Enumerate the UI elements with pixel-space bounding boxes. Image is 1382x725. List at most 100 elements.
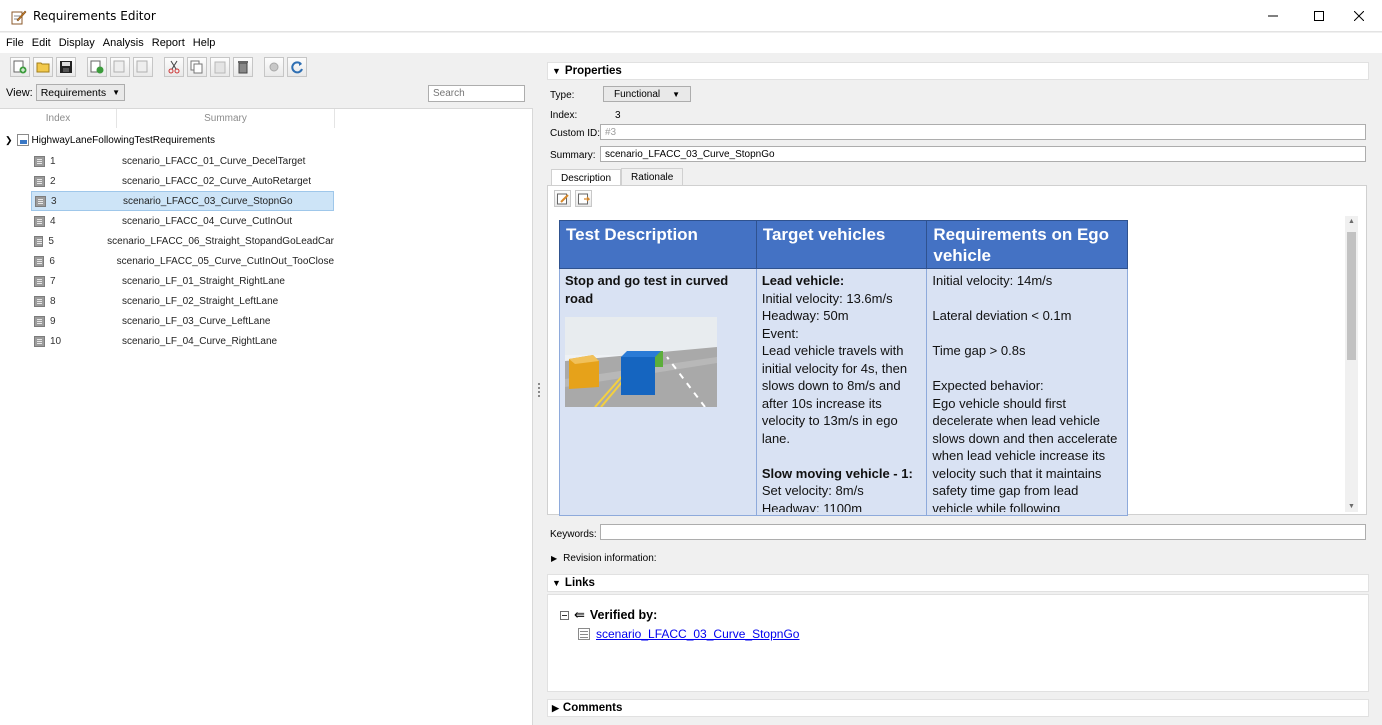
menu-help[interactable]: Help bbox=[193, 37, 216, 49]
tree-row-requirement[interactable]: 1 scenario_LFACC_01_Curve_DecelTarget bbox=[31, 151, 334, 171]
revision-information-label: Revision information: bbox=[563, 553, 657, 564]
menu-report[interactable]: Report bbox=[152, 37, 185, 49]
table-row: Stop and go test in curved road Lead veh… bbox=[559, 268, 1128, 516]
external-editor-icon bbox=[577, 193, 590, 204]
tree-row-index: 2 bbox=[50, 175, 56, 187]
paste-button[interactable] bbox=[210, 57, 230, 77]
delete-button[interactable] bbox=[233, 57, 253, 77]
new-requirement-set-button[interactable] bbox=[10, 57, 30, 77]
cut-button[interactable] bbox=[164, 57, 184, 77]
add-requirement-button[interactable] bbox=[87, 57, 107, 77]
table-header-row: Test Description Target vehicles Require… bbox=[559, 220, 1128, 269]
properties-section-header[interactable]: ▼ Properties bbox=[547, 62, 1369, 80]
copy-button[interactable] bbox=[187, 57, 207, 77]
window-title: Requirements Editor bbox=[33, 9, 156, 23]
lead-vehicle-line: Event: bbox=[761, 325, 799, 341]
tree-row-index: 10 bbox=[50, 335, 62, 347]
requirement-icon bbox=[34, 335, 45, 347]
verified-by-label: Verified by: bbox=[589, 608, 658, 622]
type-dropdown[interactable]: Functional ▼ bbox=[603, 86, 691, 102]
refresh-button[interactable] bbox=[287, 57, 307, 77]
open-external-editor-button[interactable] bbox=[575, 190, 592, 207]
tree-row-index: 9 bbox=[50, 315, 56, 327]
settings-button[interactable] bbox=[264, 57, 284, 77]
add-child-requirement-icon bbox=[113, 60, 125, 73]
toolbar bbox=[10, 55, 310, 79]
column-header-index[interactable]: Index bbox=[0, 109, 117, 128]
tree-row-requirement[interactable]: 9 scenario_LF_03_Curve_LeftLane bbox=[31, 311, 334, 331]
search-input[interactable] bbox=[428, 85, 525, 102]
tree-row-summary: scenario_LFACC_05_Curve_CutInOut_TooClos… bbox=[116, 255, 334, 267]
menu-display[interactable]: Display bbox=[59, 37, 95, 49]
view-dropdown[interactable]: Requirements ▼ bbox=[35, 84, 125, 101]
tree-row-requirement[interactable]: 3 scenario_LFACC_03_Curve_StopnGo bbox=[31, 191, 334, 211]
tree-row-requirement[interactable]: 8 scenario_LF_02_Straight_LeftLane bbox=[31, 291, 334, 311]
properties-header-label: Properties bbox=[564, 65, 622, 77]
chevron-down-icon[interactable]: ❯ bbox=[5, 135, 13, 146]
tree-row-requirement[interactable]: 10 scenario_LF_04_Curve_RightLane bbox=[31, 331, 334, 351]
tree-row-requirement[interactable]: 7 scenario_LF_01_Straight_RightLane bbox=[31, 271, 334, 291]
requirement-description-table: Test Description Target vehicles Require… bbox=[559, 220, 1128, 516]
edit-description-button[interactable] bbox=[554, 190, 571, 207]
tree-root-label: HighwayLaneFollowingTestRequirements bbox=[31, 134, 215, 146]
menu-file[interactable]: File bbox=[6, 37, 24, 49]
incoming-link-arrow-icon: ⇚ bbox=[574, 607, 585, 622]
splitter-grip-icon[interactable] bbox=[538, 383, 540, 397]
menu-edit[interactable]: Edit bbox=[32, 37, 51, 49]
tab-rationale[interactable]: Rationale bbox=[621, 168, 684, 185]
add-justification-button[interactable] bbox=[133, 57, 153, 77]
keywords-field[interactable] bbox=[600, 524, 1366, 540]
tree-root-requirement-set[interactable]: ❯ HighwayLaneFollowingTestRequirements bbox=[5, 134, 215, 146]
requirement-icon bbox=[34, 275, 45, 287]
keywords-label: Keywords: bbox=[550, 529, 597, 540]
minimize-icon bbox=[1268, 15, 1278, 17]
summary-field[interactable]: scenario_LFACC_03_Curve_StopnGo bbox=[600, 146, 1366, 162]
delete-icon bbox=[238, 61, 248, 74]
tree-row-requirement[interactable]: 2 scenario_LFACC_02_Curve_AutoRetarget bbox=[31, 171, 334, 191]
expected-behavior-text: Ego vehicle should first decelerate when… bbox=[932, 395, 1118, 513]
save-button[interactable] bbox=[56, 57, 76, 77]
requirement-icon bbox=[34, 315, 45, 327]
menu-analysis[interactable]: Analysis bbox=[103, 37, 144, 49]
revision-information-toggle[interactable]: ▶ Revision information: bbox=[551, 553, 657, 564]
description-scrollbar[interactable]: ▲ ▼ bbox=[1345, 216, 1358, 512]
verified-by-link-item[interactable]: scenario_LFACC_03_Curve_StopnGo bbox=[578, 627, 799, 641]
requirements-editor-app-icon bbox=[11, 10, 27, 25]
lead-vehicle-heading: Lead vehicle: bbox=[761, 273, 845, 288]
pane-splitter[interactable] bbox=[533, 108, 547, 725]
verified-by-link[interactable]: scenario_LFACC_03_Curve_StopnGo bbox=[596, 627, 799, 641]
ego-requirements-cell: Initial velocity: 14m/s Lateral deviatio… bbox=[926, 268, 1128, 516]
test-case-icon bbox=[578, 628, 590, 640]
close-button[interactable] bbox=[1336, 0, 1382, 32]
column-header-summary[interactable]: Summary bbox=[117, 109, 335, 128]
description-editor[interactable]: Test Description Target vehicles Require… bbox=[547, 185, 1367, 516]
minimize-button[interactable] bbox=[1250, 0, 1296, 32]
add-child-requirement-button[interactable] bbox=[110, 57, 130, 77]
copy-icon bbox=[190, 60, 203, 74]
lead-vehicle-line: Initial velocity: 13.6m/s bbox=[761, 290, 893, 306]
tree-row-index: 5 bbox=[48, 235, 54, 247]
verified-by-group[interactable]: ⇚ Verified by: bbox=[560, 607, 657, 623]
tree-row-requirement[interactable]: 5 scenario_LFACC_06_Straight_StopandGoLea… bbox=[31, 231, 334, 251]
settings-icon bbox=[269, 62, 279, 72]
open-button[interactable] bbox=[33, 57, 53, 77]
menu-bar: File Edit Display Analysis Report Help bbox=[0, 33, 1382, 53]
lead-vehicle-line: Lead vehicle travels with initial veloci… bbox=[761, 343, 908, 446]
collapse-minus-icon[interactable] bbox=[560, 610, 569, 620]
tree-row-summary: scenario_LFACC_04_Curve_CutInOut bbox=[122, 215, 293, 227]
tree-row-summary: scenario_LFACC_03_Curve_StopnGo bbox=[123, 195, 293, 207]
scroll-down-icon[interactable]: ▼ bbox=[1348, 503, 1355, 510]
open-folder-icon bbox=[36, 62, 50, 73]
requirement-icon bbox=[35, 195, 46, 207]
tab-description[interactable]: Description bbox=[551, 169, 622, 186]
tree-row-requirement[interactable]: 6 scenario_LFACC_05_Curve_CutInOut_TooClo… bbox=[31, 251, 334, 271]
custom-id-field[interactable]: #3 bbox=[600, 124, 1366, 140]
tree-row-index: 8 bbox=[50, 295, 56, 307]
scrollbar-thumb[interactable] bbox=[1347, 232, 1356, 360]
requirements-tree: Index Summary ❯ HighwayLaneFollowingTest… bbox=[0, 108, 533, 725]
tree-row-requirement[interactable]: 4 scenario_LFACC_04_Curve_CutInOut bbox=[31, 211, 334, 231]
links-section-header[interactable]: ▼ Links bbox=[547, 574, 1369, 592]
paste-icon bbox=[214, 61, 226, 74]
scroll-up-icon[interactable]: ▲ bbox=[1348, 218, 1355, 225]
comments-section-header[interactable]: ▶ Comments bbox=[547, 699, 1369, 717]
